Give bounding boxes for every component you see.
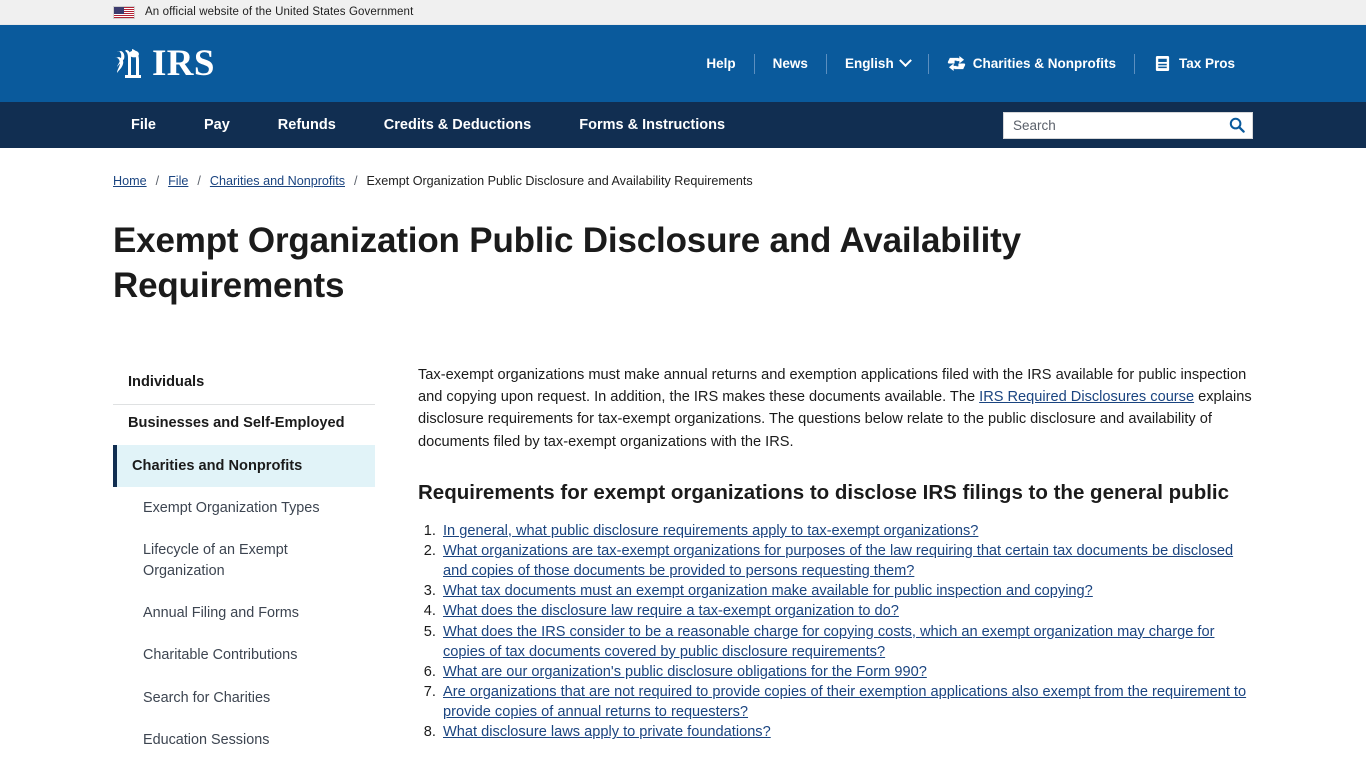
sidebar-item-individuals[interactable]: Individuals <box>113 364 375 405</box>
page-title: Exempt Organization Public Disclosure an… <box>113 221 1021 305</box>
breadcrumb-separator: / <box>354 174 358 188</box>
list-item: What does the disclosure law require a t… <box>440 601 1260 621</box>
sidebar-item-lifecycle-of-an-exempt-organization[interactable]: Lifecycle of an Exempt Organization <box>113 529 375 592</box>
breadcrumb-item-current: Exempt Organization Public Disclosure an… <box>366 174 753 188</box>
utility-nav: Help News English Charities & Nonprofits <box>688 25 1253 102</box>
intro-paragraph: Tax-exempt organizations must make annua… <box>418 364 1260 453</box>
sidebar-item-charities-and-nonprofits[interactable]: Charities and Nonprofits <box>113 444 375 487</box>
breadcrumb-item-charities-and-nonprofits[interactable]: Charities and Nonprofits <box>210 174 345 188</box>
nav-item-forms-instructions[interactable]: Forms & Instructions <box>555 117 749 133</box>
sidebar-item-education-sessions[interactable]: Education Sessions <box>113 719 375 761</box>
list-item: What disclosure laws apply to private fo… <box>440 722 1260 742</box>
utility-nav-tax-pros-label: Tax Pros <box>1178 56 1235 71</box>
search-box[interactable] <box>1003 111 1253 139</box>
sidebar-item-exempt-organization-types[interactable]: Exempt Organization Types <box>113 487 375 529</box>
list-item: What tax documents must an exempt organi… <box>440 581 1260 601</box>
irs-logo[interactable]: IRS <box>113 45 215 83</box>
question-link-7[interactable]: Are organizations that are not required … <box>443 684 1246 720</box>
question-link-4[interactable]: What does the disclosure law require a t… <box>443 603 899 619</box>
utility-nav-news-label: News <box>772 56 808 71</box>
utility-nav-help-label: Help <box>706 56 736 71</box>
gov-banner: An official website of the United States… <box>0 0 1366 25</box>
question-link-6[interactable]: What are our organization's public discl… <box>443 664 927 680</box>
nav-item-file[interactable]: File <box>113 117 180 133</box>
irs-required-disclosures-course-link[interactable]: IRS Required Disclosures course <box>979 389 1194 405</box>
question-link-8[interactable]: What disclosure laws apply to private fo… <box>443 724 771 740</box>
utility-nav-news[interactable]: News <box>755 56 826 71</box>
language-selector[interactable]: English <box>827 54 928 71</box>
search-icon <box>1229 117 1245 133</box>
list-item: What does the IRS consider to be a reaso… <box>440 622 1260 662</box>
page-content: Individuals Businesses and Self-Employed… <box>0 364 1366 762</box>
breadcrumb: Home / File / Charities and Nonprofits /… <box>0 148 1366 188</box>
sidebar-item-annual-filing-and-forms[interactable]: Annual Filing and Forms <box>113 592 375 634</box>
primary-nav-items: File Pay Refunds Credits & Deductions Fo… <box>113 117 749 133</box>
irs-logo-text: IRS <box>152 43 215 84</box>
list-item: What organizations are tax-exempt organi… <box>440 541 1260 581</box>
question-link-1[interactable]: In general, what public disclosure requi… <box>443 523 978 539</box>
nav-item-pay[interactable]: Pay <box>180 117 254 133</box>
chevron-down-icon <box>898 54 912 68</box>
sidebar-nav: Individuals Businesses and Self-Employed… <box>113 364 375 762</box>
search-button[interactable] <box>1222 113 1252 138</box>
us-flag-icon <box>113 5 135 19</box>
nav-item-refunds[interactable]: Refunds <box>254 117 360 133</box>
gov-banner-text: An official website of the United States… <box>145 6 414 18</box>
question-link-2[interactable]: What organizations are tax-exempt organi… <box>443 543 1233 579</box>
question-list: In general, what public disclosure requi… <box>440 521 1260 742</box>
language-selector-label: English <box>844 56 894 71</box>
list-item: Are organizations that are not required … <box>440 682 1260 722</box>
nav-item-credits-deductions[interactable]: Credits & Deductions <box>360 117 555 133</box>
breadcrumb-separator: / <box>155 174 160 188</box>
utility-nav-help[interactable]: Help <box>688 56 753 71</box>
main-content: Tax-exempt organizations must make annua… <box>375 364 1366 762</box>
utility-nav-charities-nonprofits-label: Charities & Nonprofits <box>972 56 1116 71</box>
charities-nonprofits-icon <box>947 55 965 72</box>
breadcrumb-item-file[interactable]: File <box>168 174 188 188</box>
breadcrumb-item-home[interactable]: Home <box>113 174 147 188</box>
primary-nav: File Pay Refunds Credits & Deductions Fo… <box>0 102 1366 148</box>
utility-nav-tax-pros[interactable]: Tax Pros <box>1135 55 1253 72</box>
list-item: In general, what public disclosure requi… <box>440 521 1260 541</box>
list-item: What are our organization's public discl… <box>440 662 1260 682</box>
irs-eagle-scales-emblem <box>115 48 141 78</box>
utility-nav-charities-nonprofits[interactable]: Charities & Nonprofits <box>929 55 1134 72</box>
sidebar-item-search-for-charities[interactable]: Search for Charities <box>113 677 375 719</box>
breadcrumb-separator: / <box>197 174 201 188</box>
sidebar-item-charitable-contributions[interactable]: Charitable Contributions <box>113 634 375 676</box>
question-link-3[interactable]: What tax documents must an exempt organi… <box>443 583 1093 599</box>
section-heading: Requirements for exempt organizations to… <box>418 480 1230 504</box>
sidebar-item-businesses-and-self-employed[interactable]: Businesses and Self-Employed <box>113 405 375 445</box>
site-header: IRS Help News English Charities & Nonpro… <box>0 25 1366 102</box>
question-link-5[interactable]: What does the IRS consider to be a reaso… <box>443 624 1214 660</box>
search-input[interactable] <box>1004 112 1222 138</box>
tax-pros-book-icon <box>1155 55 1170 72</box>
